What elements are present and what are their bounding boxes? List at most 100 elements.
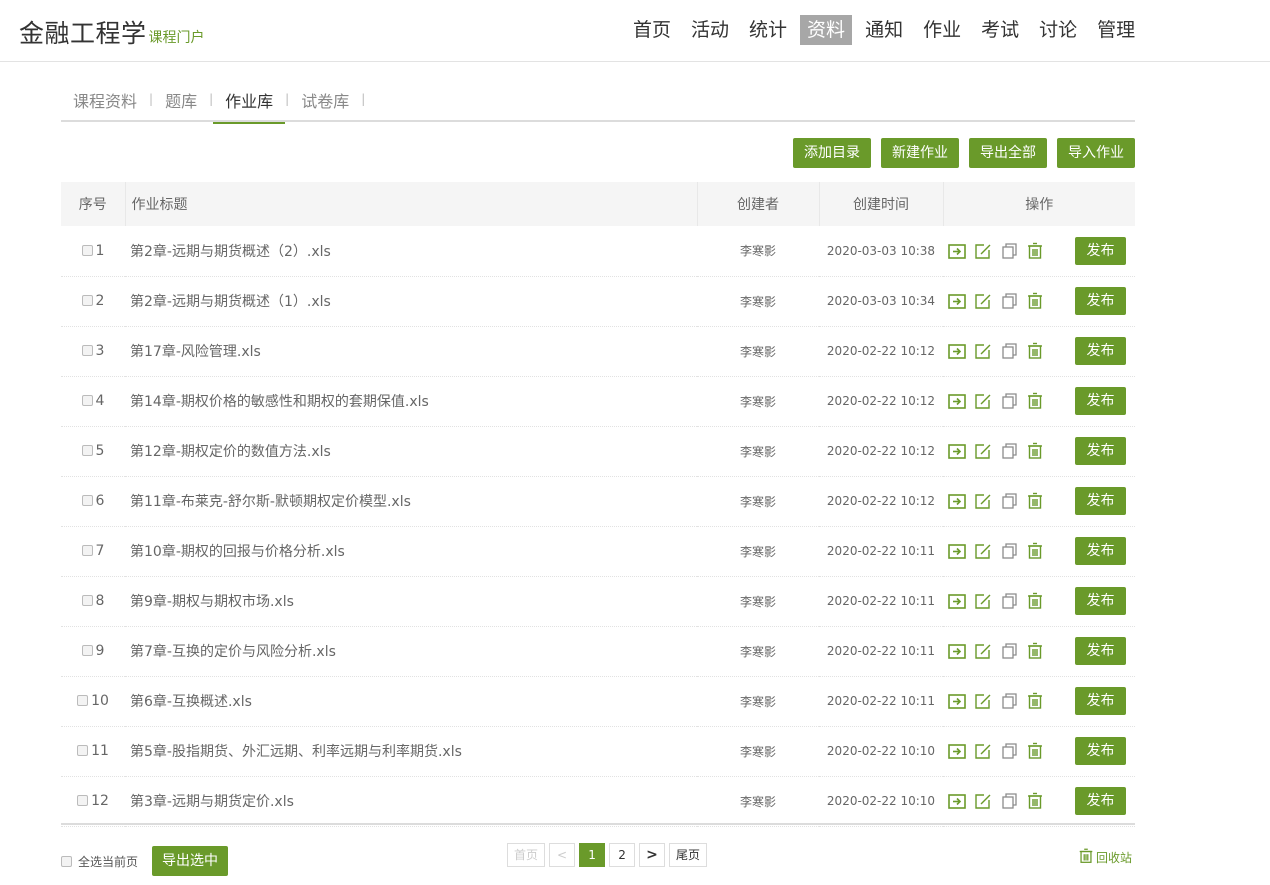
last-page-button[interactable]: 尾页 [669,843,708,867]
nav-item-2[interactable]: 统计 [742,15,794,45]
nav-item-8[interactable]: 管理 [1090,15,1142,45]
trash-icon[interactable] [1025,741,1045,761]
import-homework-button[interactable]: 导入作业 [1057,138,1135,168]
row-checkbox[interactable] [81,395,93,406]
edit-icon[interactable] [973,641,993,661]
brand[interactable]: 金融工程学 课程门户 [19,14,205,50]
edit-icon[interactable] [973,741,993,761]
move-to-folder-icon[interactable] [947,791,967,811]
row-checkbox[interactable] [81,345,93,356]
page-1-button[interactable]: 1 [579,843,606,867]
trash-icon[interactable] [1025,491,1045,511]
homework-title[interactable]: 第14章-期权价格的敏感性和期权的套期保值.xls [125,376,697,426]
move-to-folder-icon[interactable] [947,591,967,611]
edit-icon[interactable] [973,691,993,711]
select-all-checkbox[interactable]: 全选当前页 [61,853,138,870]
nav-item-7[interactable]: 讨论 [1032,15,1084,45]
homework-title[interactable]: 第10章-期权的回报与价格分析.xls [125,526,697,576]
publish-button[interactable]: 发布 [1075,337,1126,365]
row-checkbox[interactable] [81,244,93,256]
row-checkbox[interactable] [77,745,89,756]
move-to-folder-icon[interactable] [947,541,967,561]
move-to-folder-icon[interactable] [947,341,967,361]
next-page-button[interactable]: > [639,843,666,867]
publish-button[interactable]: 发布 [1075,587,1126,615]
checkbox[interactable] [61,855,72,867]
prev-page-button[interactable]: < [549,843,576,867]
page-2-button[interactable]: 2 [609,843,636,867]
edit-icon[interactable] [973,291,993,311]
row-checkbox[interactable] [81,445,93,456]
move-to-folder-icon[interactable] [947,441,967,461]
edit-icon[interactable] [973,541,993,561]
publish-button[interactable]: 发布 [1075,637,1126,665]
publish-button[interactable]: 发布 [1075,787,1126,815]
first-page-button[interactable]: 首页 [507,843,546,867]
row-checkbox[interactable] [81,645,93,656]
nav-item-3[interactable]: 资料 [800,15,853,45]
publish-button[interactable]: 发布 [1075,737,1126,765]
nav-item-6[interactable]: 考试 [974,15,1026,45]
publish-button[interactable]: 发布 [1075,236,1126,265]
publish-button[interactable]: 发布 [1075,487,1126,515]
row-checkbox[interactable] [81,295,93,306]
publish-button[interactable]: 发布 [1075,287,1126,315]
trash-icon[interactable] [1025,291,1045,311]
homework-title[interactable]: 第5章-股指期货、外汇远期、利率远期与利率期货.xls [125,726,697,776]
move-to-folder-icon[interactable] [947,391,967,411]
trash-icon[interactable] [1025,241,1045,261]
add-directory-button[interactable]: 添加目录 [793,138,871,168]
subtab-0[interactable]: 课程资料 [61,80,149,122]
edit-icon[interactable] [973,241,993,261]
new-homework-button[interactable]: 新建作业 [881,138,959,168]
row-checkbox[interactable] [77,695,89,706]
move-to-folder-icon[interactable] [947,241,967,261]
edit-icon[interactable] [973,591,993,611]
edit-icon[interactable] [973,391,993,411]
edit-icon[interactable] [973,341,993,361]
homework-title[interactable]: 第7章-互换的定价与风险分析.xls [125,626,697,676]
move-to-folder-icon[interactable] [947,291,967,311]
move-to-folder-icon[interactable] [947,641,967,661]
homework-title[interactable]: 第3章-远期与期货定价.xls [125,776,697,826]
copy-icon[interactable] [999,291,1019,311]
publish-button[interactable]: 发布 [1075,537,1126,565]
trash-icon[interactable] [1025,441,1045,461]
row-checkbox[interactable] [81,595,93,606]
export-all-button[interactable]: 导出全部 [969,138,1047,168]
move-to-folder-icon[interactable] [947,491,967,511]
edit-icon[interactable] [973,441,993,461]
copy-icon[interactable] [999,391,1019,411]
export-selected-button[interactable]: 导出选中 [152,846,229,876]
move-to-folder-icon[interactable] [947,691,967,711]
trash-icon[interactable] [1025,691,1045,711]
trash-icon[interactable] [1025,791,1045,811]
trash-icon[interactable] [1025,341,1045,361]
copy-icon[interactable] [999,591,1019,611]
row-checkbox[interactable] [81,495,93,506]
copy-icon[interactable] [999,541,1019,561]
copy-icon[interactable] [999,241,1019,261]
row-checkbox[interactable] [81,545,93,556]
trash-icon[interactable] [1025,591,1045,611]
trash-icon[interactable] [1025,541,1045,561]
publish-button[interactable]: 发布 [1075,687,1126,715]
nav-item-4[interactable]: 通知 [858,15,910,45]
copy-icon[interactable] [999,341,1019,361]
subtab-3[interactable]: 试卷库 [289,80,361,122]
edit-icon[interactable] [973,791,993,811]
homework-title[interactable]: 第2章-远期与期货概述（1）.xls [125,276,697,326]
homework-title[interactable]: 第2章-远期与期货概述（2）.xls [125,226,697,276]
copy-icon[interactable] [999,691,1019,711]
row-checkbox[interactable] [77,795,89,806]
nav-item-5[interactable]: 作业 [916,15,968,45]
copy-icon[interactable] [999,491,1019,511]
homework-title[interactable]: 第17章-风险管理.xls [125,326,697,376]
publish-button[interactable]: 发布 [1075,437,1126,465]
publish-button[interactable]: 发布 [1075,387,1126,415]
nav-item-0[interactable]: 首页 [626,15,678,45]
subtab-2[interactable]: 作业库 [213,80,286,124]
homework-title[interactable]: 第11章-布莱克-舒尔斯-默顿期权定价模型.xls [125,476,697,526]
homework-title[interactable]: 第9章-期权与期权市场.xls [125,576,697,626]
copy-icon[interactable] [999,741,1019,761]
